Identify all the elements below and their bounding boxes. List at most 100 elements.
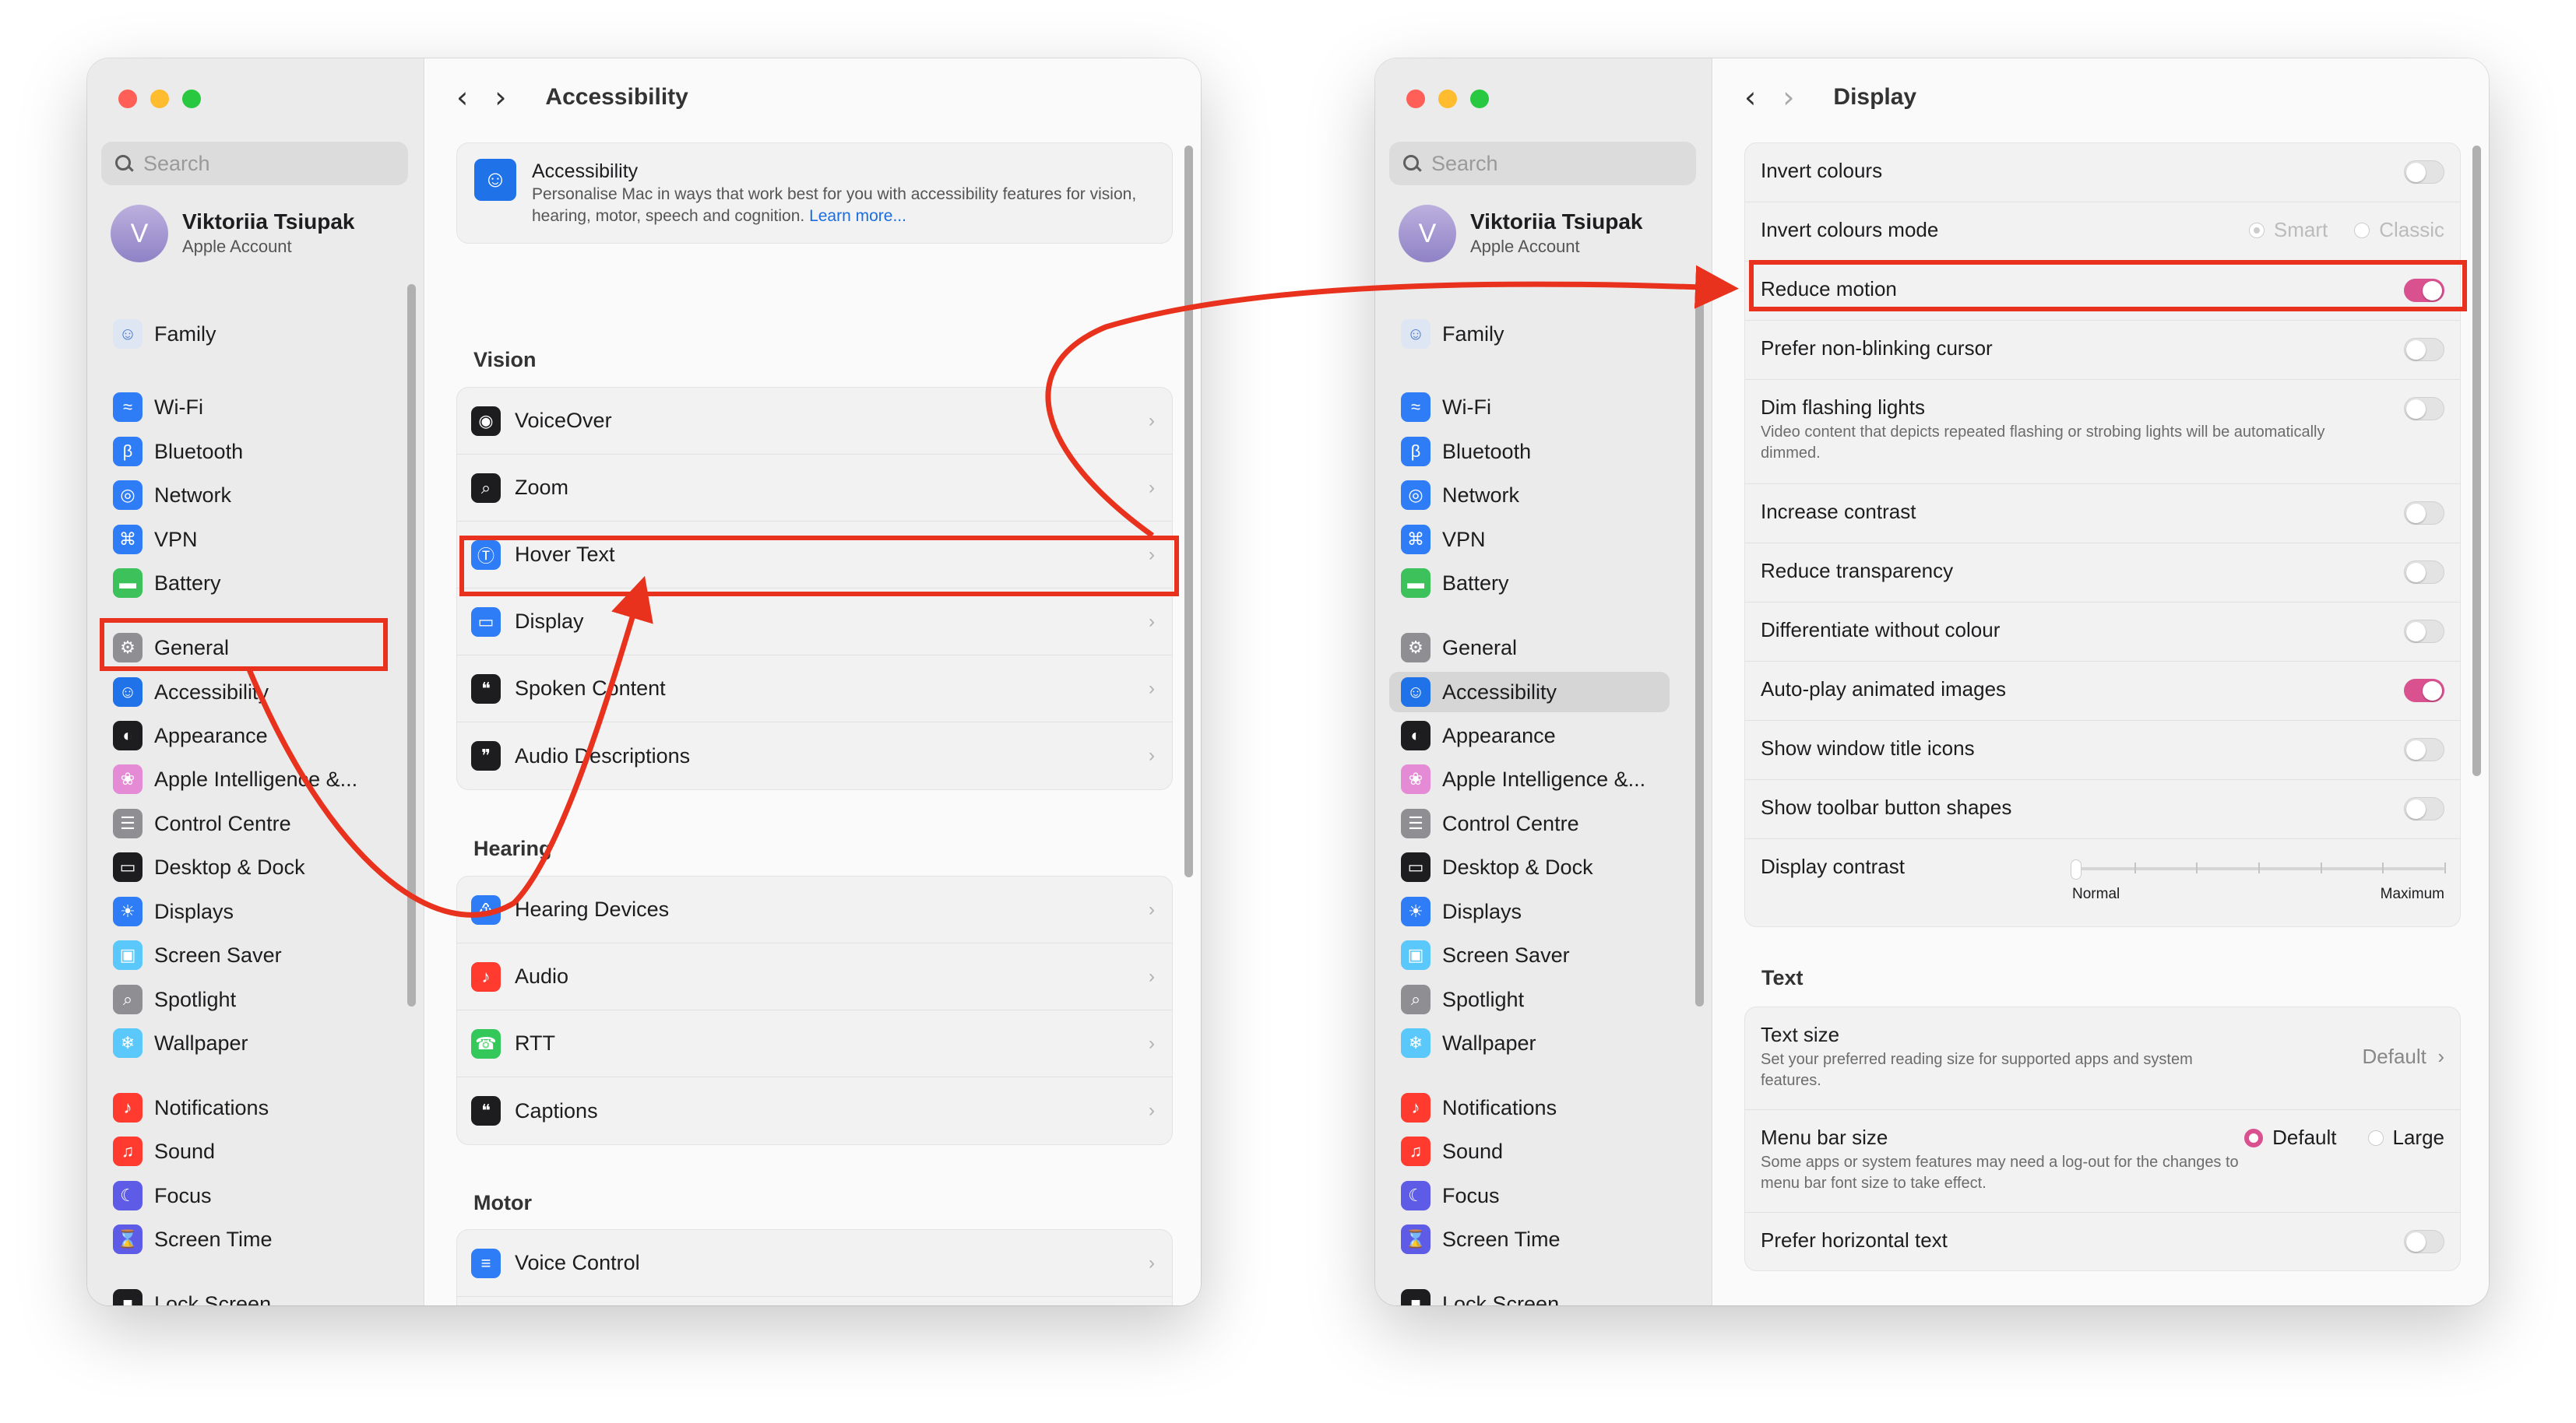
setting-label: Prefer non-blinking cursor — [1761, 336, 1993, 360]
setting-toggle[interactable] — [2404, 797, 2444, 820]
sidebar-item-bluetooth[interactable]: β Bluetooth — [101, 431, 382, 472]
sidebar-item-screen-saver[interactable]: ▣ Screen Saver — [1389, 935, 1670, 975]
search-input[interactable]: Search — [1389, 142, 1696, 185]
row-voice-control[interactable]: ≡ Voice Control › — [457, 1230, 1172, 1297]
close-button[interactable] — [1406, 90, 1425, 108]
close-button[interactable] — [118, 90, 137, 108]
sidebar-item-wi-fi[interactable]: ≈ Wi-Fi — [101, 387, 382, 427]
sidebar-item-vpn[interactable]: ⌘ VPN — [1389, 519, 1670, 560]
sidebar-item-spotlight[interactable]: ⌕ Spotlight — [1389, 979, 1670, 1020]
sidebar-item-apple-intelligence[interactable]: ❀ Apple Intelligence &... — [1389, 759, 1670, 799]
sidebar-item-appearance[interactable]: ◐ Appearance — [101, 715, 382, 756]
zoom-button[interactable] — [182, 90, 201, 108]
main-scrollbar[interactable] — [1184, 146, 1193, 877]
user-name: Viktoriia Tsiupak — [1470, 209, 1643, 234]
setting-toggle[interactable] — [2404, 679, 2444, 702]
row-voiceover[interactable]: ◉ VoiceOver › — [457, 388, 1172, 455]
sidebar-item-battery[interactable]: ▬ Battery — [1389, 563, 1670, 603]
sidebar-item-general[interactable]: ⚙ General — [1389, 627, 1670, 668]
sidebar-item-apple-intelligence[interactable]: ❀ Apple Intelligence &... — [101, 759, 382, 799]
sidebar-item-bluetooth[interactable]: β Bluetooth — [1389, 431, 1670, 472]
spotlight-icon: ⌕ — [1401, 985, 1431, 1014]
minimize-button[interactable] — [150, 90, 169, 108]
sidebar-item-lock-screen[interactable]: ■ Lock Screen — [101, 1284, 382, 1305]
sidebar-item-sound[interactable]: ♫ Sound — [101, 1131, 382, 1172]
sidebar-item-battery[interactable]: ▬ Battery — [101, 563, 382, 603]
setting-toggle[interactable] — [2404, 620, 2444, 643]
setting-reduce-transparency: Reduce transparency — [1745, 543, 2460, 603]
sidebar-item-screen-saver[interactable]: ▣ Screen Saver — [101, 935, 382, 975]
setting-toggle[interactable] — [2404, 279, 2444, 302]
sidebar-item-vpn[interactable]: ⌘ VPN — [101, 519, 382, 560]
sidebar-item-spotlight[interactable]: ⌕ Spotlight — [101, 979, 382, 1020]
accessibility-icon: ☺ — [113, 677, 143, 707]
sidebar-item-accessibility[interactable]: ☺ Accessibility — [1389, 672, 1670, 712]
sidebar-scrollbar[interactable] — [1695, 284, 1704, 1007]
sidebar-item-network[interactable]: ◎ Network — [1389, 475, 1670, 515]
back-chevron-icon[interactable]: ‹ — [456, 80, 468, 114]
forward-chevron-icon[interactable]: › — [494, 80, 506, 114]
radio-smart[interactable]: Smart — [2248, 218, 2328, 242]
sidebar-item-label: Wi-Fi — [154, 395, 203, 419]
sidebar-item-wallpaper[interactable]: ❄ Wallpaper — [1389, 1023, 1670, 1063]
sidebar-item-notifications[interactable]: ♪ Notifications — [1389, 1087, 1670, 1128]
setting-toggle[interactable] — [2404, 501, 2444, 525]
sidebar-item-screen-time[interactable]: ⌛ Screen Time — [1389, 1219, 1670, 1260]
sidebar-item-desktop-dock[interactable]: ▭ Desktop & Dock — [101, 847, 382, 887]
text-size-value[interactable]: Default › — [2363, 1045, 2445, 1069]
sidebar-scrollbar[interactable] — [407, 284, 416, 1007]
sidebar-item-focus[interactable]: ☾ Focus — [1389, 1175, 1670, 1216]
row-zoom[interactable]: ⌕ Zoom › — [457, 455, 1172, 522]
sidebar-item-network[interactable]: ◎ Network — [101, 475, 382, 515]
back-chevron-icon[interactable]: ‹ — [1744, 80, 1756, 114]
row-display[interactable]: ▭ Display › — [457, 589, 1172, 655]
radio-classic[interactable]: Classic — [2354, 218, 2444, 242]
row-audio[interactable]: ♪ Audio › — [457, 943, 1172, 1010]
setting-toggle[interactable] — [2404, 560, 2444, 584]
row-spoken-content[interactable]: ❝ Spoken Content › — [457, 655, 1172, 722]
forward-chevron-icon[interactable]: › — [1782, 80, 1794, 114]
row-hearing-devices[interactable]: ♳ Hearing Devices › — [457, 877, 1172, 943]
row-captions[interactable]: ❝ Captions › — [457, 1077, 1172, 1144]
minimize-button[interactable] — [1438, 90, 1457, 108]
account-row[interactable]: V Viktoriia Tsiupak Apple Account — [111, 205, 354, 262]
sidebar-item-focus[interactable]: ☾ Focus — [101, 1175, 382, 1216]
setting-toggle[interactable] — [2404, 160, 2444, 184]
menu-bar-default-radio[interactable]: Default — [2244, 1126, 2337, 1150]
setting-toggle[interactable] — [2404, 338, 2444, 361]
sidebar-item-desktop-dock[interactable]: ▭ Desktop & Dock — [1389, 847, 1670, 887]
row-rtt[interactable]: ☎ RTT › — [457, 1010, 1172, 1077]
sidebar-item-displays[interactable]: ☀ Displays — [1389, 891, 1670, 932]
zoom-button[interactable] — [1470, 90, 1489, 108]
sidebar-item-wallpaper[interactable]: ❄ Wallpaper — [101, 1023, 382, 1063]
main-scrollbar[interactable] — [2472, 146, 2481, 776]
sidebar-item-sound[interactable]: ♫ Sound — [1389, 1131, 1670, 1172]
row-keyboard[interactable]: ⌨Keyboard› — [457, 1297, 1172, 1305]
sidebar-item-wi-fi[interactable]: ≈ Wi-Fi — [1389, 387, 1670, 427]
sidebar-item-family[interactable]: ☺ Family — [101, 314, 382, 354]
search-input[interactable]: Search — [101, 142, 408, 185]
row-audio-descriptions[interactable]: ❞ Audio Descriptions › — [457, 722, 1172, 789]
sidebar-item-control-centre[interactable]: ☰ Control Centre — [1389, 803, 1670, 844]
setting-toggle[interactable] — [2404, 738, 2444, 761]
sidebar-item-appearance[interactable]: ◐ Appearance — [1389, 715, 1670, 756]
learn-more-link[interactable]: Learn more... — [809, 207, 906, 225]
setting-toggle[interactable] — [2404, 397, 2444, 420]
account-row[interactable]: V Viktoriia Tsiupak Apple Account — [1399, 205, 1642, 262]
prefer-horizontal-text-toggle[interactable] — [2404, 1230, 2444, 1253]
sidebar-item-screen-time[interactable]: ⌛ Screen Time — [101, 1219, 382, 1260]
text-size-row[interactable]: Text size Set your preferred reading siz… — [1745, 1007, 2460, 1110]
slider-knob[interactable] — [2071, 859, 2082, 880]
row-hover-text[interactable]: Ⓣ Hover Text › — [457, 522, 1172, 589]
sidebar-item-lock-screen[interactable]: ■ Lock Screen — [1389, 1284, 1670, 1305]
sidebar-item-family[interactable]: ☺ Family — [1389, 314, 1670, 354]
sidebar-item-accessibility[interactable]: ☺ Accessibility — [101, 672, 382, 712]
sidebar-item-notifications[interactable]: ♪ Notifications — [101, 1087, 382, 1128]
sidebar-item-displays[interactable]: ☀ Displays — [101, 891, 382, 932]
wifi-icon: ≈ — [1401, 392, 1431, 422]
focus-icon: ☾ — [1401, 1181, 1431, 1210]
sidebar-item-general[interactable]: ⚙ General — [101, 627, 382, 668]
display-contrast-slider[interactable]: Normal Maximum — [2071, 859, 2446, 906]
menu-bar-large-radio[interactable]: Large — [2367, 1126, 2444, 1150]
sidebar-item-control-centre[interactable]: ☰ Control Centre — [101, 803, 382, 844]
